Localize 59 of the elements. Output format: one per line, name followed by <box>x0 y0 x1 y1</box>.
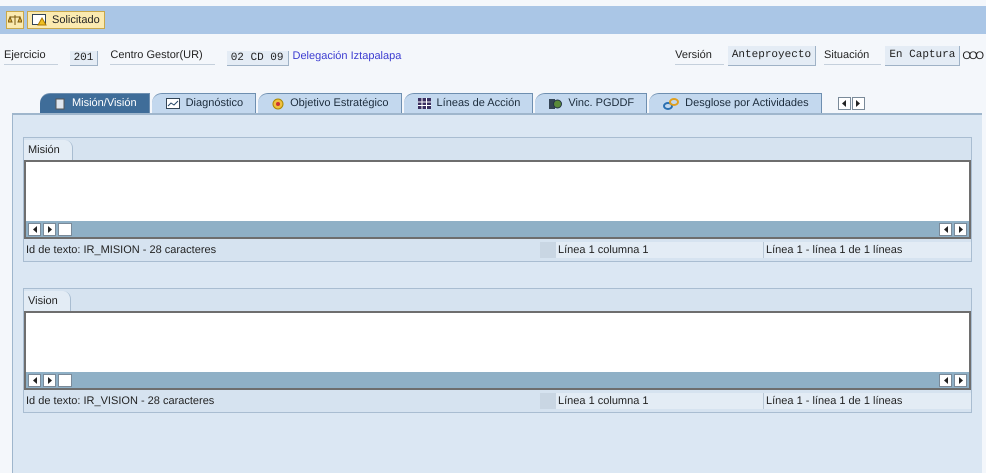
scale-button[interactable] <box>6 11 24 29</box>
value-field: 02 CD 09 <box>226 51 288 66</box>
scroll-right[interactable] <box>43 374 56 386</box>
field-label: Versión <box>675 47 724 65</box>
right-triangle-icon <box>855 100 862 107</box>
tab-scroll-right[interactable] <box>852 97 865 110</box>
scale-icon <box>8 14 22 26</box>
field-label: Situación <box>824 47 882 65</box>
scroll-left[interactable] <box>939 374 952 386</box>
status-glyph: OOO <box>962 48 982 64</box>
cursor-position: Línea 1 columna 1 <box>540 242 763 258</box>
tab[interactable]: Vinc. PGDDF <box>535 93 648 113</box>
tab[interactable]: Diagnóstico <box>152 93 256 113</box>
document-icon <box>54 98 66 110</box>
tab[interactable]: Misión/Visión <box>40 93 150 113</box>
text-editor[interactable] <box>24 160 971 239</box>
tab[interactable]: Desglose por Actividades <box>649 93 822 113</box>
description-text: Delegación Iztapalapa <box>292 48 402 64</box>
field-label: Ejercicio <box>4 47 58 65</box>
field-label: Centro Gestor(UR) <box>110 47 215 65</box>
scroll-thumb[interactable] <box>58 374 72 386</box>
scroll-right[interactable] <box>43 222 56 236</box>
warning-window-icon <box>32 14 48 26</box>
chart-icon <box>166 98 180 109</box>
left-triangle-icon <box>32 226 38 232</box>
value-field: En Captura <box>885 46 960 66</box>
left-triangle-icon <box>942 376 948 384</box>
line-count: Línea 1 - línea 1 de 1 líneas <box>763 392 971 410</box>
left-triangle-icon <box>32 376 38 384</box>
target-icon <box>272 98 284 110</box>
tab[interactable]: Líneas de Acción <box>404 93 534 113</box>
tab-scroll-left[interactable] <box>838 97 851 110</box>
text-id: Id de texto: IR_MISION - 28 caracteres <box>25 242 218 258</box>
value-field: 201 <box>70 51 98 66</box>
section-title: Misión <box>24 140 73 160</box>
scroll-left[interactable] <box>939 222 952 236</box>
scroll-right[interactable] <box>954 222 967 236</box>
right-triangle-icon <box>958 226 964 232</box>
scrollbar[interactable] <box>26 221 969 237</box>
left-triangle-icon <box>841 100 848 107</box>
scroll-left[interactable] <box>28 374 41 386</box>
tab[interactable]: Objetivo Estratégico <box>258 93 402 113</box>
left-triangle-icon <box>942 226 948 232</box>
value-field: Anteproyecto <box>728 46 816 66</box>
line-count: Línea 1 - línea 1 de 1 líneas <box>763 242 971 258</box>
scroll-right[interactable] <box>954 374 967 386</box>
section-title: Vision <box>24 291 71 311</box>
right-triangle-icon <box>46 376 52 384</box>
scroll-thumb[interactable] <box>58 222 72 236</box>
grid-icon <box>418 98 431 109</box>
right-triangle-icon <box>958 376 964 384</box>
text-editor[interactable] <box>24 311 971 390</box>
scrollbar[interactable] <box>26 372 969 388</box>
solicitado-button[interactable]: Solicitado <box>27 11 105 29</box>
cursor-position: Línea 1 columna 1 <box>540 392 763 410</box>
link-icon <box>663 98 680 110</box>
text-id: Id de texto: IR_VISION - 28 caracteres <box>25 394 216 409</box>
right-triangle-icon <box>46 226 52 232</box>
scroll-left[interactable] <box>28 222 41 236</box>
